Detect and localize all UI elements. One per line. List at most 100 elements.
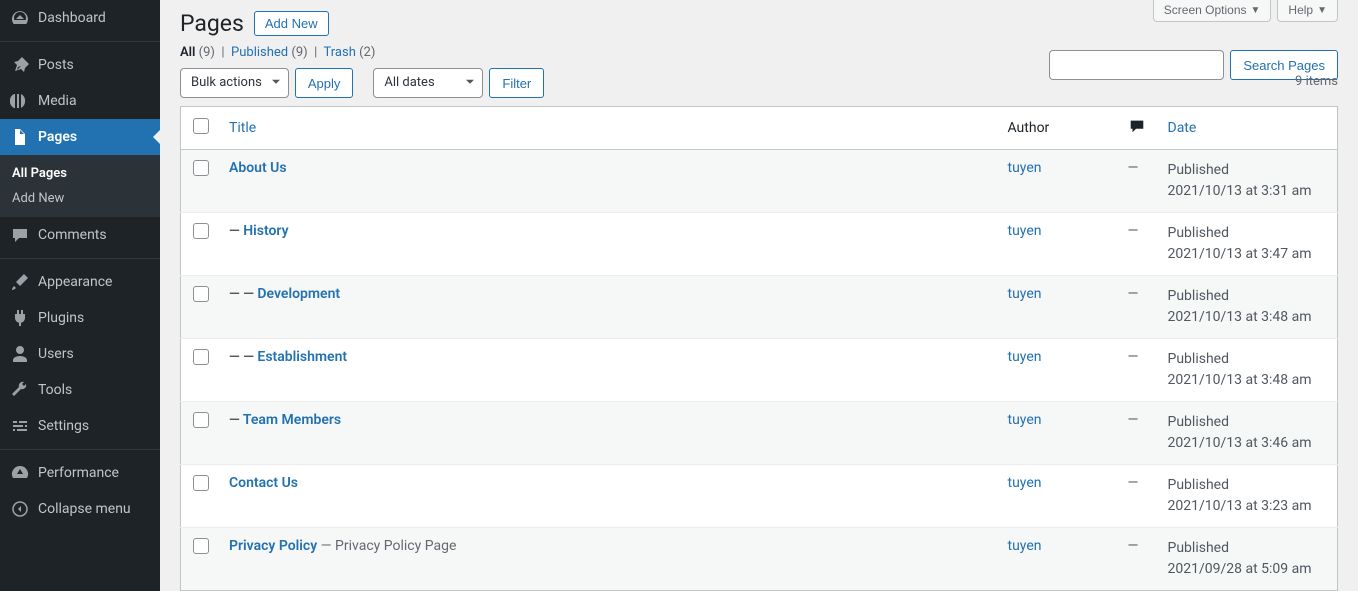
bulk-actions-select[interactable]: Bulk actions bbox=[180, 68, 289, 98]
row-comments-count: — bbox=[1118, 276, 1158, 339]
filter-trash-count: (2) bbox=[359, 45, 375, 60]
row-checkbox[interactable] bbox=[193, 475, 209, 491]
row-author-link[interactable]: tuyen bbox=[1008, 349, 1042, 365]
row-title-cell: — — Establishment bbox=[219, 339, 998, 402]
row-hierarchy-prefix: — bbox=[229, 223, 243, 239]
table-row: Privacy Policy — Privacy Policy Page tuye… bbox=[181, 528, 1338, 591]
row-comments-count: — bbox=[1118, 213, 1158, 276]
sidebar-label: Performance bbox=[38, 465, 119, 481]
filter-published-count: (9) bbox=[291, 45, 307, 60]
row-date: Published2021/10/13 at 3:48 am bbox=[1158, 276, 1338, 339]
sidebar-label: Posts bbox=[38, 57, 74, 73]
sidebar-label: Collapse menu bbox=[38, 501, 131, 517]
sidebar-label: Dashboard bbox=[38, 10, 106, 26]
row-author-link[interactable]: tuyen bbox=[1008, 475, 1042, 491]
brush-icon bbox=[10, 272, 30, 292]
row-hierarchy-prefix: — — bbox=[229, 286, 257, 302]
row-title-link[interactable]: Privacy Policy bbox=[229, 538, 317, 554]
column-author: Author bbox=[998, 107, 1118, 150]
pages-table: Title Author Date About Ustuyen—Publishe… bbox=[180, 106, 1338, 591]
collapse-icon bbox=[10, 499, 30, 519]
row-title-cell: — History bbox=[219, 213, 998, 276]
admin-sidebar: Dashboard Posts Media Pages All Pages Ad… bbox=[0, 0, 160, 591]
sidebar-submenu-pages: All Pages Add New bbox=[0, 155, 160, 217]
screen-options-button[interactable]: Screen Options ▼ bbox=[1153, 0, 1272, 22]
row-checkbox[interactable] bbox=[193, 538, 209, 554]
media-icon bbox=[10, 91, 30, 111]
row-title-link[interactable]: Contact Us bbox=[229, 475, 298, 491]
row-title-cell: Contact Us bbox=[219, 465, 998, 528]
row-title-cell: About Us bbox=[219, 150, 998, 213]
sidebar-item-tools[interactable]: Tools bbox=[0, 372, 160, 408]
row-author-link[interactable]: tuyen bbox=[1008, 412, 1042, 428]
select-all-checkbox[interactable] bbox=[193, 118, 209, 134]
row-checkbox[interactable] bbox=[193, 286, 209, 302]
row-title-cell: — Team Members bbox=[219, 402, 998, 465]
row-author-link[interactable]: tuyen bbox=[1008, 286, 1042, 302]
sidebar-item-media[interactable]: Media bbox=[0, 83, 160, 119]
row-date: Published2021/10/13 at 3:23 am bbox=[1158, 465, 1338, 528]
date-filter-select[interactable]: All dates bbox=[373, 68, 483, 98]
user-icon bbox=[10, 344, 30, 364]
sidebar-label: Users bbox=[38, 346, 74, 362]
row-title-cell: — — Development bbox=[219, 276, 998, 339]
row-comments-count: — bbox=[1118, 150, 1158, 213]
sidebar-subitem-all-pages[interactable]: All Pages bbox=[0, 161, 160, 186]
filter-button[interactable]: Filter bbox=[489, 68, 544, 98]
table-row: About Ustuyen—Published2021/10/13 at 3:3… bbox=[181, 150, 1338, 213]
help-button[interactable]: Help ▼ bbox=[1277, 0, 1338, 22]
filter-trash[interactable]: Trash bbox=[324, 45, 356, 60]
row-comments-count: — bbox=[1118, 465, 1158, 528]
table-row: Contact Us tuyen —Published2021/10/13 at 3… bbox=[181, 465, 1338, 528]
sidebar-item-settings[interactable]: Settings bbox=[0, 408, 160, 444]
row-author-link[interactable]: tuyen bbox=[1008, 538, 1042, 554]
row-date: Published2021/09/28 at 5:09 am bbox=[1158, 528, 1338, 591]
sidebar-item-collapse[interactable]: Collapse menu bbox=[0, 491, 160, 527]
row-author-link[interactable]: tuyen bbox=[1008, 160, 1042, 176]
table-row: — — Development tuyen —Published2021/10/13… bbox=[181, 276, 1338, 339]
column-comments[interactable] bbox=[1118, 107, 1158, 150]
tablenav-top: Bulk actions Apply All dates Filter 9 it… bbox=[180, 68, 1338, 98]
row-title-link[interactable]: History bbox=[243, 223, 288, 239]
items-count: 9 items bbox=[1295, 74, 1338, 89]
row-checkbox[interactable] bbox=[193, 160, 209, 176]
sidebar-item-dashboard[interactable]: Dashboard bbox=[0, 0, 160, 36]
column-date[interactable]: Date bbox=[1158, 107, 1338, 150]
row-hierarchy-prefix: — — bbox=[229, 349, 257, 365]
plug-icon bbox=[10, 308, 30, 328]
row-author-link[interactable]: tuyen bbox=[1008, 223, 1042, 239]
row-date: Published2021/10/13 at 3:46 am bbox=[1158, 402, 1338, 465]
column-title[interactable]: Title bbox=[219, 107, 998, 150]
sidebar-item-users[interactable]: Users bbox=[0, 336, 160, 372]
sidebar-label: Appearance bbox=[38, 274, 112, 290]
sidebar-item-comments[interactable]: Comments bbox=[0, 217, 160, 253]
row-title-link[interactable]: Establishment bbox=[257, 349, 347, 365]
comment-bubble-icon bbox=[1128, 123, 1146, 139]
sidebar-item-plugins[interactable]: Plugins bbox=[0, 300, 160, 336]
screen-options-label: Screen Options bbox=[1164, 3, 1247, 17]
row-title-link[interactable]: About Us bbox=[229, 160, 287, 176]
row-checkbox[interactable] bbox=[193, 223, 209, 239]
row-checkbox[interactable] bbox=[193, 412, 209, 428]
apply-button[interactable]: Apply bbox=[295, 68, 354, 98]
add-new-button[interactable]: Add New bbox=[254, 11, 329, 36]
table-row: — — Establishmenttuyen—Published2021/10/… bbox=[181, 339, 1338, 402]
row-title-link[interactable]: Team Members bbox=[243, 412, 341, 428]
sidebar-item-performance[interactable]: Performance bbox=[0, 455, 160, 491]
chevron-down-icon: ▼ bbox=[1251, 5, 1261, 16]
sidebar-subitem-add-new[interactable]: Add New bbox=[0, 186, 160, 211]
sidebar-item-appearance[interactable]: Appearance bbox=[0, 264, 160, 300]
sidebar-item-posts[interactable]: Posts bbox=[0, 47, 160, 83]
row-title-link[interactable]: Development bbox=[257, 286, 340, 302]
row-title-cell: Privacy Policy — Privacy Policy Page bbox=[219, 528, 998, 591]
pages-icon bbox=[10, 127, 30, 147]
filter-published[interactable]: Published bbox=[231, 45, 288, 60]
wrench-icon bbox=[10, 380, 30, 400]
sidebar-item-pages[interactable]: Pages bbox=[0, 119, 160, 155]
filter-all[interactable]: All bbox=[180, 45, 195, 60]
sidebar-label: Settings bbox=[38, 418, 89, 434]
dashboard-icon bbox=[10, 8, 30, 28]
row-checkbox[interactable] bbox=[193, 349, 209, 365]
comments-icon bbox=[10, 225, 30, 245]
screen-meta-links: Screen Options ▼ Help ▼ bbox=[1153, 0, 1358, 22]
